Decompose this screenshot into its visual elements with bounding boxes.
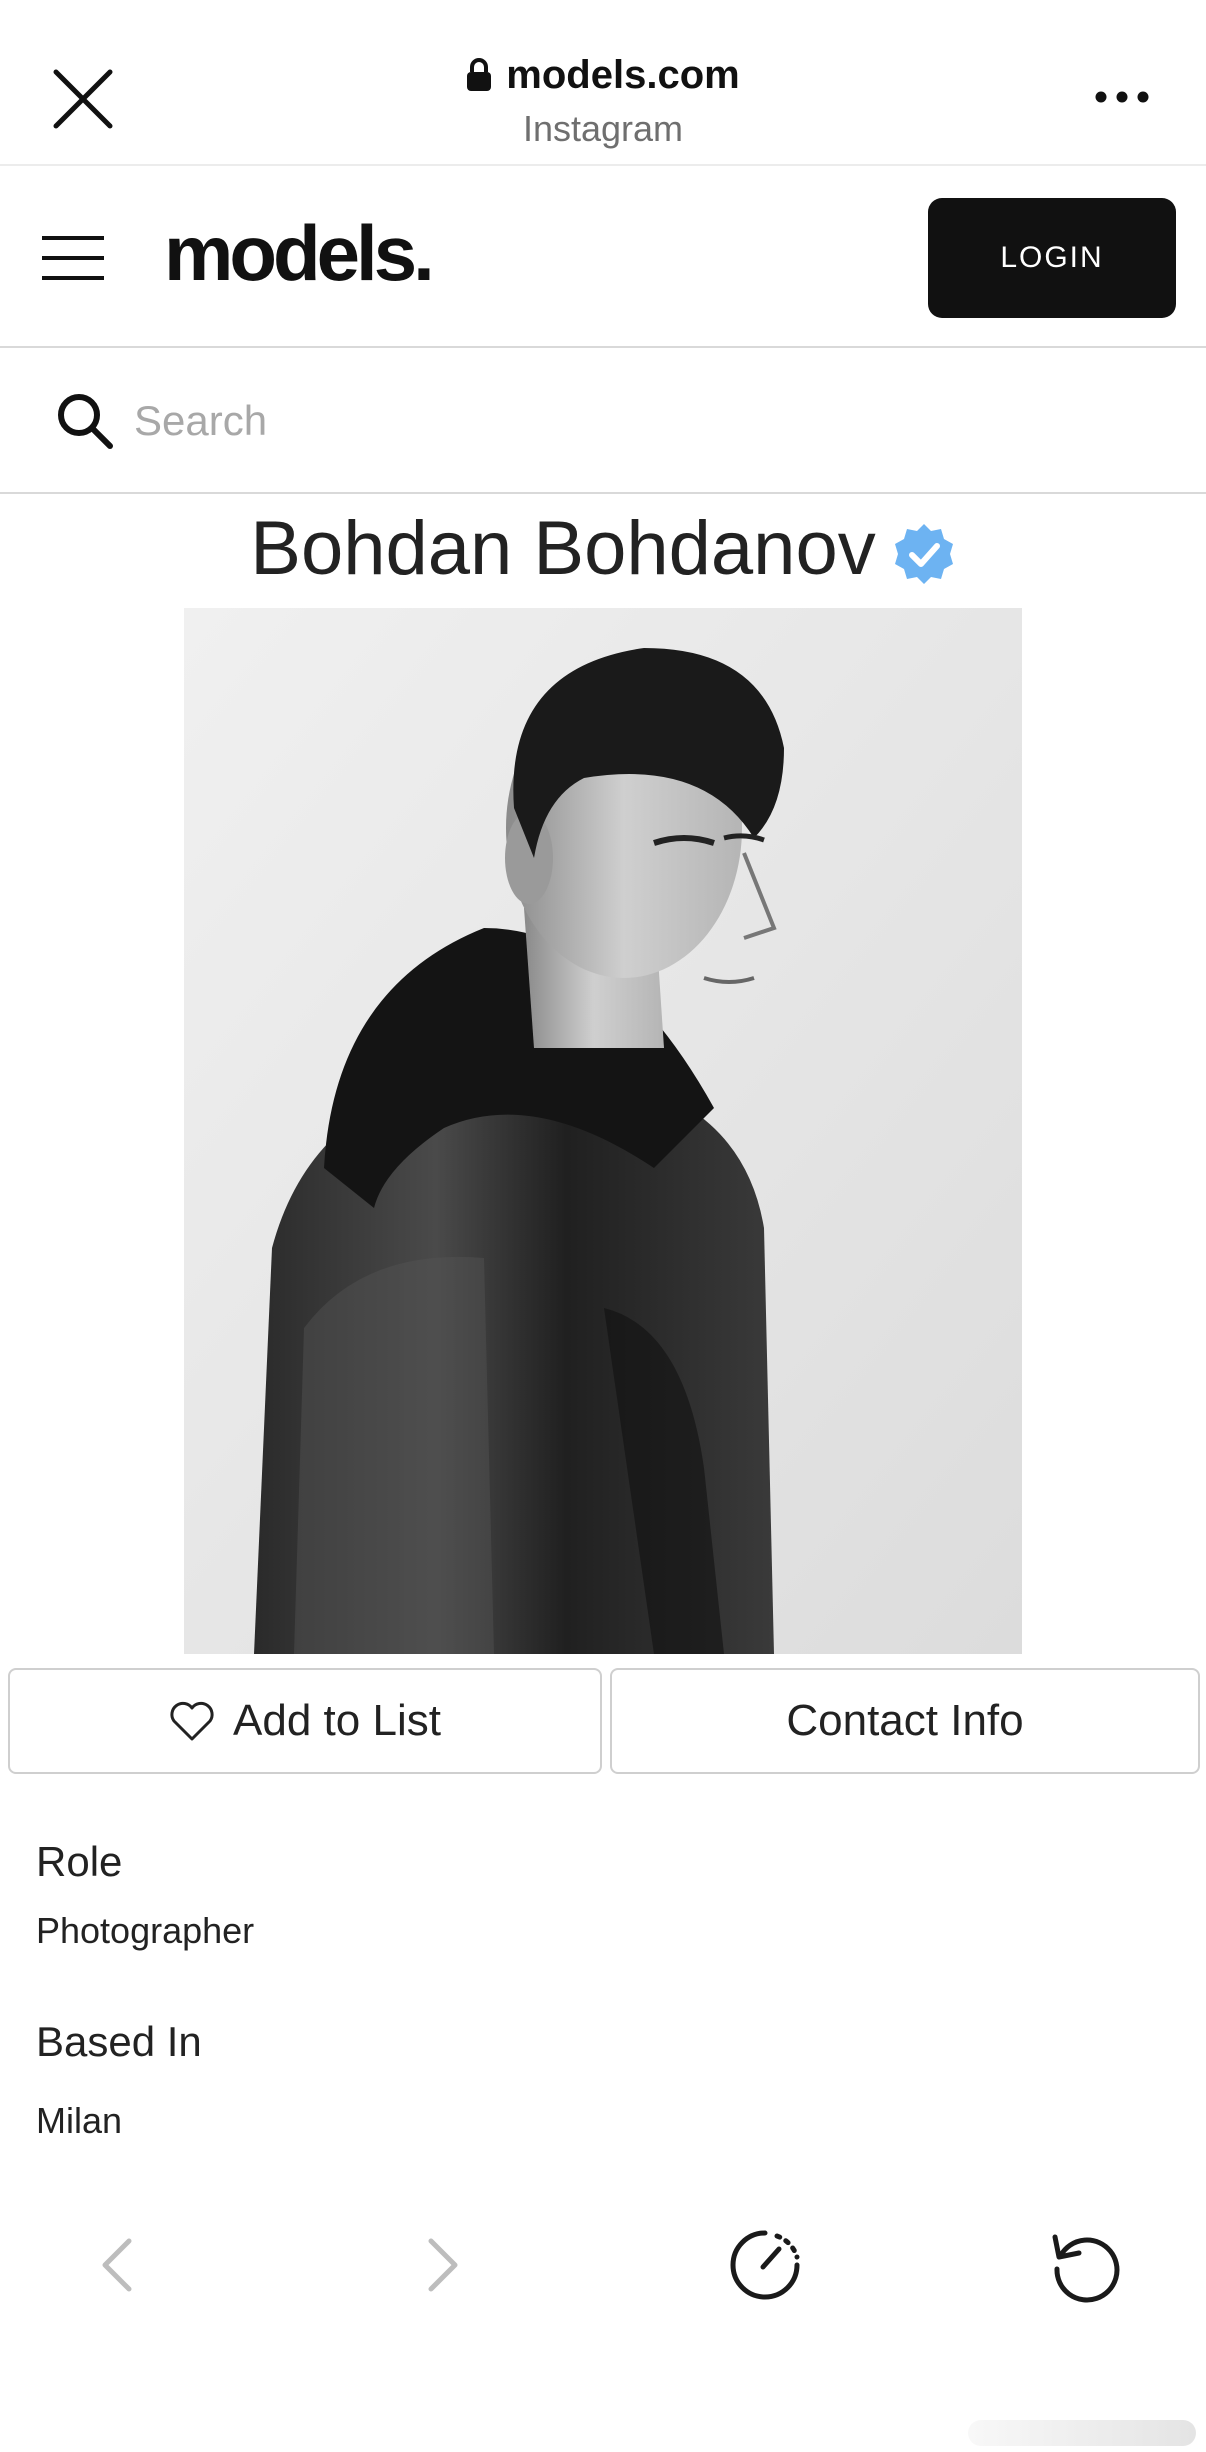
browser-bottom-toolbar: [0, 2200, 1206, 2330]
add-to-list-button[interactable]: Add to List: [8, 1668, 602, 1774]
contact-info-button[interactable]: Contact Info: [610, 1668, 1200, 1774]
forward-button[interactable]: [398, 2220, 488, 2310]
login-button[interactable]: LOGIN: [928, 198, 1176, 318]
url-domain: models.com: [506, 52, 740, 97]
speed-button[interactable]: [720, 2220, 810, 2310]
site-logo[interactable]: models.: [164, 208, 435, 298]
profile-name: Bohdan Bohdanov: [250, 506, 876, 591]
based-in-label: Based In: [36, 2018, 202, 2065]
address-display[interactable]: models.com Instagram: [303, 46, 903, 156]
search-bar: [0, 348, 1206, 494]
back-button[interactable]: [72, 2220, 162, 2310]
browser-top-bar: models.com Instagram: [0, 0, 1206, 166]
based-in-value: Milan: [36, 2100, 123, 2141]
add-to-list-label: Add to List: [233, 1696, 441, 1745]
lock-icon: [467, 58, 492, 91]
site-header: models. LOGIN: [0, 166, 1206, 348]
more-icon: [1095, 91, 1149, 103]
home-indicator: [968, 2420, 1196, 2446]
close-button[interactable]: [42, 58, 124, 140]
search-icon: [58, 394, 113, 449]
search-input[interactable]: [134, 386, 1134, 456]
forward-icon: [428, 2238, 458, 2292]
role-label: Role: [36, 1838, 123, 1885]
menu-button[interactable]: [40, 232, 106, 284]
contact-info-label: Contact Info: [786, 1696, 1024, 1745]
profile-header: Bohdan Bohdanov: [0, 494, 1206, 604]
verified-badge-icon: [894, 524, 953, 584]
heart-icon: [170, 1701, 214, 1741]
back-icon: [102, 2238, 132, 2292]
reload-button[interactable]: [1040, 2220, 1130, 2310]
url-source: Instagram: [522, 108, 684, 149]
role-value: Photographer: [36, 1910, 255, 1951]
close-icon: [53, 69, 113, 129]
speed-icon: [730, 2230, 800, 2300]
profile-photo: [184, 608, 1022, 1654]
more-options-button[interactable]: [1086, 70, 1158, 124]
reload-icon: [1052, 2234, 1120, 2303]
hamburger-menu-icon: [42, 236, 104, 280]
profile-photo-illustration: [184, 608, 1022, 1654]
